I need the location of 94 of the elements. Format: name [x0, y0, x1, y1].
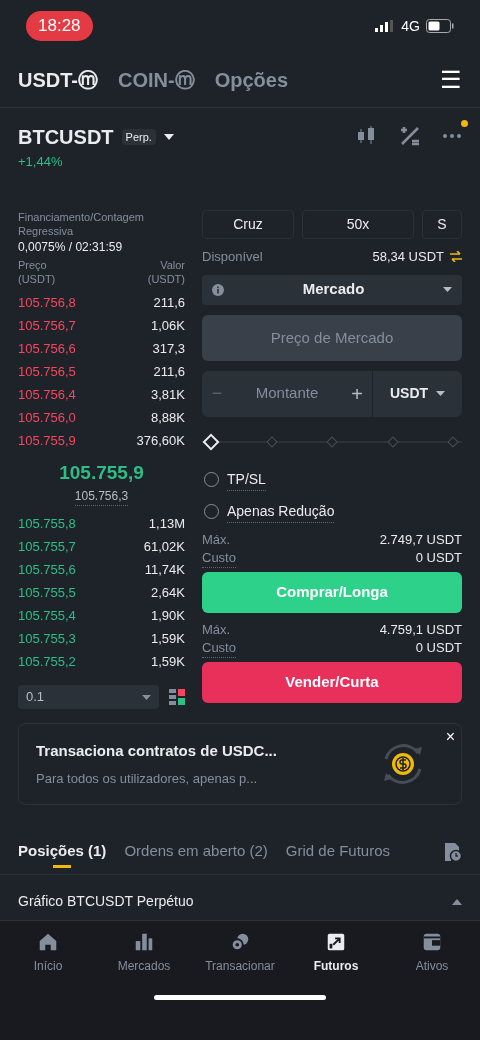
order-price: 105.755,5 — [18, 583, 76, 602]
caret-icon — [443, 287, 452, 292]
asset-mode-button[interactable]: S — [422, 209, 462, 239]
order-value: 376,60K — [136, 432, 185, 451]
history-icon[interactable] — [444, 841, 462, 862]
leverage-button[interactable]: 50x — [302, 209, 414, 239]
battery-icon — [426, 19, 454, 33]
order-price: 105.755,4 — [18, 606, 76, 625]
bar-chart-icon — [133, 931, 155, 953]
option-label: Apenas Redução — [227, 500, 335, 523]
order-value: 211,6 — [153, 294, 185, 313]
coins-icon — [229, 931, 251, 953]
order-price: 105.756,8 — [18, 294, 76, 313]
margin-mode-button[interactable]: Cruz — [202, 209, 294, 239]
price-column-header: Preço (USDT) — [18, 257, 57, 286]
max-value: 4.759,1 USDT — [379, 620, 462, 639]
market-tab[interactable]: USDT-ⓜ — [18, 64, 98, 95]
order-value: 1,59K — [151, 629, 185, 648]
collapse-icon — [452, 898, 462, 905]
order-type-dropdown[interactable]: Mercado — [202, 274, 462, 305]
layout-icon[interactable] — [169, 689, 185, 705]
precision-dropdown[interactable]: 0.1 — [18, 685, 159, 709]
home-icon — [37, 931, 59, 953]
max-label: Máx. — [202, 530, 231, 549]
promo-title: Transaciona contratos de USDC... — [36, 741, 277, 761]
close-button[interactable]: × — [445, 725, 455, 749]
positions-tab[interactable]: Posições (1) — [18, 829, 107, 874]
order-value: 1,13M — [148, 514, 185, 533]
nav-item[interactable]: Ativos — [384, 931, 480, 975]
funding-label: Financiamento/Contagem Regressiva — [18, 209, 145, 238]
unit-dropdown[interactable]: USDT — [372, 370, 462, 417]
cost-label: Custo — [202, 548, 236, 568]
nav-item[interactable]: Transacionar — [192, 931, 288, 975]
order-price: 105.756,6 — [18, 340, 76, 359]
market-tab[interactable]: COIN-ⓜ — [118, 64, 195, 95]
price-change: +1,44% — [18, 153, 64, 171]
order-value: 1,59K — [151, 652, 185, 671]
symbol-name[interactable]: BTCUSDT — [18, 122, 114, 152]
increase-button[interactable]: + — [342, 378, 372, 409]
order-price: 105.755,6 — [18, 560, 76, 579]
available-value: 58,34 USDT — [372, 247, 444, 266]
contract-badge: Perp. — [121, 128, 156, 146]
caret-icon — [436, 391, 446, 396]
order-price: 105.755,3 — [18, 629, 76, 648]
order-price: 105.756,0 — [18, 409, 76, 428]
dropdown-icon[interactable] — [163, 134, 174, 140]
market-tab[interactable]: Opções — [214, 64, 289, 95]
order-value: 211,6 — [153, 363, 185, 382]
positions-tab[interactable]: Grid de Futuros — [285, 829, 390, 874]
available-label: Disponível — [202, 247, 263, 266]
funding-value: 0,0075% / 02:31:59 — [18, 238, 124, 256]
order-value: 3,81K — [151, 386, 185, 405]
info-icon — [212, 283, 224, 296]
order-value: 61,02K — [143, 537, 185, 556]
cost-value: 0 USDT — [415, 638, 462, 657]
order-price: 105.755,9 — [18, 432, 76, 451]
value-column-header: Valor (USDT) — [146, 257, 185, 286]
order-value: 8,88K — [151, 409, 185, 428]
sell-button[interactable]: Vender/Curta — [202, 661, 462, 703]
cost-value: 0 USDT — [415, 548, 462, 567]
last-price: 105.755,9 — [59, 460, 144, 485]
order-price: 105.755,2 — [18, 652, 76, 671]
nav-item[interactable]: Início — [0, 931, 96, 975]
futures-icon — [325, 931, 347, 953]
order-value: 11,74K — [144, 560, 185, 579]
order-price: 105.756,5 — [18, 363, 76, 382]
cost-label: Custo — [202, 638, 236, 658]
promo-card[interactable]: Transaciona contratos de USDC... Para todos os utilizadores, apenas p... × — [18, 723, 462, 805]
mark-price: 105.756,3 — [74, 487, 129, 506]
menu-button[interactable]: ☰ — [440, 61, 462, 98]
positions-tab[interactable]: Ordens em aberto (2) — [124, 829, 268, 874]
nav-item[interactable]: Mercados — [96, 931, 192, 975]
order-value: 1,90K — [151, 606, 185, 625]
status-time: 18:28 — [26, 11, 93, 41]
calculator-icon[interactable] — [400, 126, 420, 146]
amount-field[interactable]: Montante — [232, 382, 342, 405]
order-value: 2,64K — [151, 583, 185, 602]
order-price: 105.756,4 — [18, 386, 76, 405]
transfer-icon[interactable] — [450, 251, 462, 262]
order-price: 105.755,7 — [18, 537, 76, 556]
network-label: 4G — [401, 16, 420, 36]
order-value: 317,3 — [152, 340, 185, 359]
order-price: 105.755,8 — [18, 514, 76, 533]
max-value: 2.749,7 USDT — [379, 530, 462, 549]
order-value: 1,06K — [151, 317, 185, 336]
order-price: 105.756,7 — [18, 317, 76, 336]
slider-stop[interactable] — [447, 435, 459, 448]
option-label: TP/SL — [227, 468, 266, 491]
max-label: Máx. — [202, 620, 231, 639]
wallet-icon — [421, 931, 443, 953]
nav-item[interactable]: Futuros — [288, 931, 384, 975]
promo-subtitle: Para todos os utilizadores, apenas p... — [36, 769, 259, 788]
caret-icon — [142, 694, 151, 700]
signal-icon — [375, 20, 396, 32]
